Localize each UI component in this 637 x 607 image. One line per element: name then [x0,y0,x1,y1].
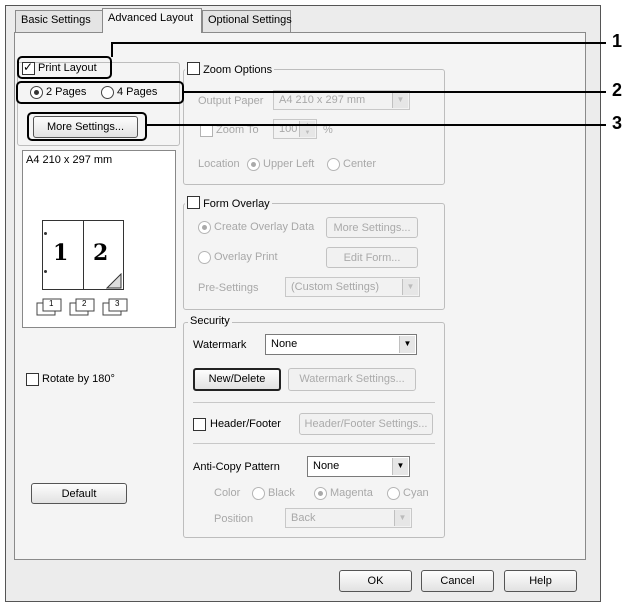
anti-copy-select[interactable]: None ▼ [307,456,410,477]
watermark-select[interactable]: None ▼ [265,334,417,355]
callout-number-2: 2 [612,80,623,100]
page-number-1: 1 [53,240,69,266]
ok-button[interactable]: OK [339,570,412,592]
radio-dot-icon [318,491,323,496]
output-paper-value: A4 210 x 297 mm [279,94,366,106]
cancel-button[interactable]: Cancel [421,570,494,592]
tab-optional-settings[interactable]: Optional Settings [202,10,292,32]
chevron-down-icon: ▼ [394,510,410,526]
zoom-percent-spinner[interactable]: 100 ▲▼ [273,119,317,139]
pre-settings-label: Pre-Settings [198,282,259,294]
form-overlay-label: Form Overlay [203,198,270,210]
anti-copy-label: Anti-Copy Pattern [193,461,280,473]
watermark-settings-button[interactable]: Watermark Settings... [288,368,416,391]
upper-left-radio[interactable] [247,158,260,171]
preview-paper-label: A4 210 x 297 mm [26,154,113,166]
callout-line-2 [184,91,606,93]
pre-settings-select[interactable]: (Custom Settings) ▼ [285,277,420,297]
cyan-label: Cyan [403,487,429,499]
black-radio[interactable] [252,487,265,500]
output-paper-select[interactable]: A4 210 x 297 mm ▼ [273,90,410,110]
form-overlay-legend: Form Overlay [185,196,272,210]
header-footer-settings-button[interactable]: Header/Footer Settings... [299,413,433,435]
page-number-2: 2 [93,240,109,266]
zoom-options-legend: Zoom Options [185,62,275,76]
stack-digit: 1 [49,299,54,308]
tab-basic-settings[interactable]: Basic Settings [15,10,103,32]
radio-dot-icon [202,225,207,230]
tab-advanced-layout[interactable]: Advanced Layout [102,8,202,33]
new-delete-button[interactable]: New/Delete [193,368,281,391]
create-overlay-label: Create Overlay Data [214,221,315,233]
binding-hole-icon [44,270,47,273]
binding-hole-icon [44,232,47,235]
security-legend: Security [188,315,232,327]
chevron-down-icon: ▼ [392,458,408,475]
center-label: Center [343,158,377,170]
rotate-180-checkbox[interactable] [26,373,39,386]
radio-dot-icon [251,162,256,167]
callout-line-3 [147,124,606,126]
magenta-label: Magenta [330,487,373,499]
divider [193,402,435,403]
stack-digit: 3 [115,299,120,308]
cyan-radio[interactable] [387,487,400,500]
output-paper-label: Output Paper [198,95,264,107]
location-label: Location [198,158,240,170]
chevron-down-icon: ▼ [392,92,408,108]
zoom-options-checkbox[interactable] [187,62,200,75]
callout-box-3 [27,112,147,141]
position-value: Back [291,512,316,524]
chevron-down-icon: ▼ [402,279,418,295]
pre-settings-value: (Custom Settings) [291,281,380,293]
divider [193,443,435,444]
form-overlay-checkbox[interactable] [187,196,200,209]
callout-box-2 [16,81,184,104]
watermark-label: Watermark [193,339,247,351]
default-button[interactable]: Default [31,483,127,504]
magenta-radio[interactable] [314,487,327,500]
help-button[interactable]: Help [504,570,577,592]
callout-line-1 [112,42,606,44]
page-divider [83,220,84,290]
rotate-180-label: Rotate by 180° [42,373,115,385]
upper-left-label: Upper Left [263,158,315,170]
callout-number-3: 3 [612,113,623,133]
page-fold-icon [106,273,122,289]
center-radio[interactable] [327,158,340,171]
overlay-print-radio[interactable] [198,251,211,264]
chevron-down-icon: ▼ [399,336,415,353]
position-select[interactable]: Back ▼ [285,508,412,528]
overlay-more-settings-button[interactable]: More Settings... [326,217,418,238]
header-footer-label: Header/Footer [210,418,281,430]
edit-form-button[interactable]: Edit Form... [326,247,418,268]
anti-copy-value: None [313,460,340,472]
header-footer-checkbox[interactable] [193,418,206,431]
black-label: Black [268,487,295,499]
zoom-options-label: Zoom Options [203,64,273,76]
color-label: Color [214,487,241,499]
overlay-print-label: Overlay Print [214,251,278,263]
callout-line-1 [111,42,113,57]
position-label: Position [214,513,254,525]
stack-digit: 2 [82,299,87,308]
watermark-value: None [271,338,298,350]
create-overlay-radio[interactable] [198,221,211,234]
callout-number-1: 1 [612,31,623,51]
callout-box-1 [17,56,112,79]
